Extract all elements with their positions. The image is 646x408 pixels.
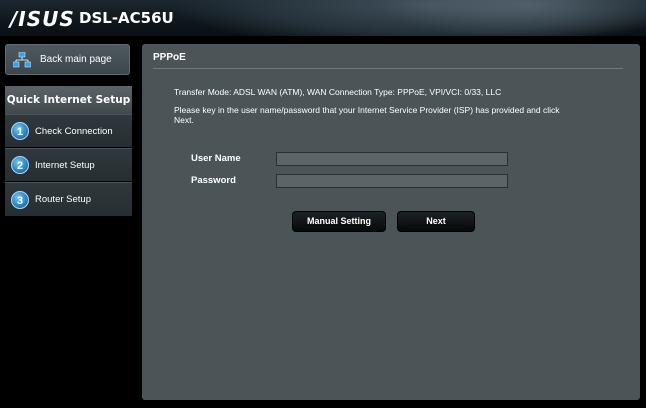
password-label: Password	[191, 175, 236, 186]
step-3-icon: 3	[11, 190, 29, 209]
asus-logo: /ISUS	[10, 7, 75, 31]
model-name: DSL-AC56U	[79, 9, 174, 27]
panel-title: PPPoE	[153, 52, 186, 63]
top-banner: /ISUS DSL-AC56U	[0, 0, 646, 36]
pppoe-panel: PPPoE Transfer Mode: ADSL WAN (ATM), WAN…	[142, 44, 640, 400]
step-1-icon: 1	[11, 122, 29, 140]
step-label: Internet Setup	[35, 159, 95, 171]
transfer-mode-info: Transfer Mode: ADSL WAN (ATM), WAN Conne…	[174, 87, 502, 97]
network-icon	[13, 51, 31, 67]
step-router-setup[interactable]: 3 Router Setup	[5, 182, 132, 216]
password-input[interactable]	[276, 174, 508, 188]
step-2-icon: 2	[11, 156, 29, 174]
instruction-text: Please key in the user name/password tha…	[174, 105, 560, 125]
manual-setting-button[interactable]: Manual Setting	[292, 211, 386, 232]
username-input[interactable]	[276, 152, 508, 166]
back-main-page-label: Back main page	[40, 54, 112, 65]
next-button[interactable]: Next	[397, 211, 475, 232]
username-label: User Name	[191, 153, 241, 164]
divider	[153, 68, 623, 69]
back-main-page-button[interactable]: Back main page	[5, 44, 130, 75]
step-label: Router Setup	[35, 194, 91, 205]
step-internet-setup[interactable]: 2 Internet Setup	[5, 148, 132, 181]
quick-internet-setup-title: Quick Internet Setup	[5, 86, 132, 114]
step-check-connection[interactable]: 1 Check Connection	[5, 114, 132, 147]
step-label: Check Connection	[35, 125, 113, 137]
